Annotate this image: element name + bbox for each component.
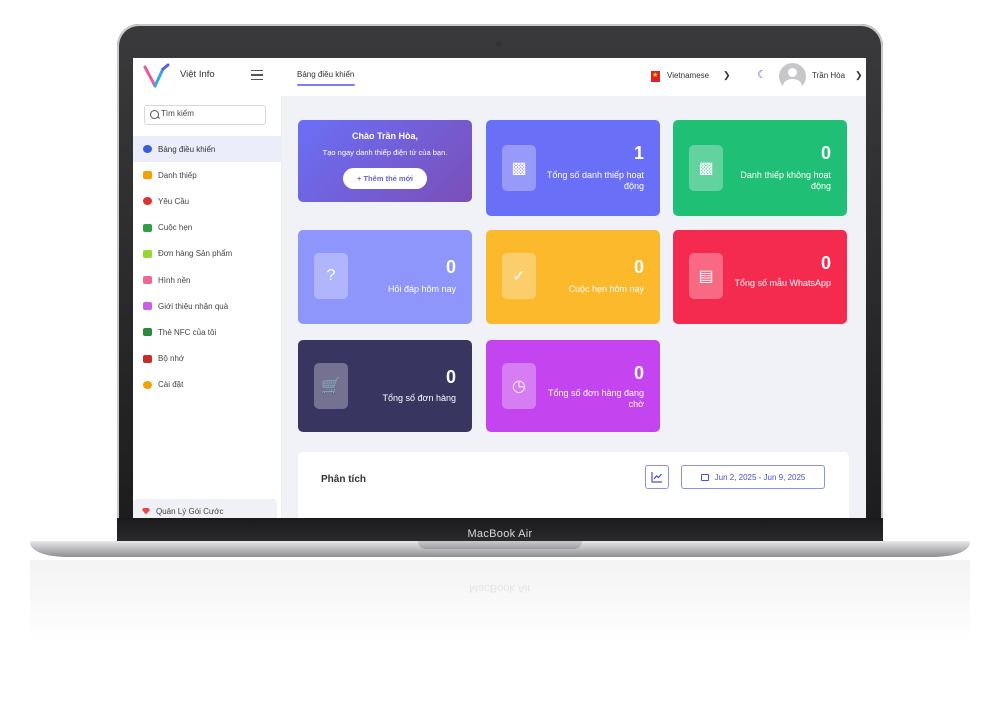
plan-management-button[interactable]: Quản Lý Gói Cước [133, 499, 277, 518]
sidebar-item-label: Danh thiếp [158, 170, 197, 180]
device-label: MacBook Air [467, 528, 533, 540]
question-icon: ? [314, 253, 348, 299]
search-input[interactable] [161, 109, 259, 118]
storage-icon [143, 354, 152, 363]
stat-label: Tổng số đơn hàng đang chờ [548, 388, 644, 409]
stat-card-inactive-cards[interactable]: ▩ 0 Danh thiếp không hoạt động [673, 120, 847, 216]
avatar[interactable] [779, 63, 806, 90]
moon-icon[interactable]: ☾ [757, 68, 767, 81]
stat-label: Tổng số danh thiếp hoạt động [546, 170, 644, 191]
sidebar-item-dashboard[interactable]: Bảng điều khiển [133, 136, 281, 163]
welcome-subtitle: Tạo ngay danh thiếp điện tử của bạn. [322, 148, 448, 157]
main-content: Chào Trần Hòa, Tạo ngay danh thiếp điện … [282, 96, 866, 518]
diamond-icon [142, 507, 150, 515]
stat-label: Tổng số mẫu WhatsApp [734, 278, 831, 288]
chevron-down-icon[interactable]: ❯ [855, 70, 863, 81]
search-box[interactable] [144, 105, 266, 125]
sidebar-item-storage[interactable]: Bộ nhớ [133, 346, 281, 372]
sidebar-item-label: Yêu Cầu [158, 196, 190, 206]
clock-icon: ◷ [502, 363, 536, 409]
sidebar-item-label: Thẻ NFC của tôi [158, 327, 217, 337]
device-label-reflection: MacBook Air [469, 582, 531, 594]
stat-value: 0 [820, 143, 831, 163]
document-icon: ▤ [689, 253, 723, 299]
sidebar-item-label: Bảng điều khiển [158, 144, 216, 154]
chevron-down-icon[interactable]: ❯ [723, 70, 731, 81]
stat-card-pending-orders[interactable]: ◷ 0 Tổng số đơn hàng đang chờ [486, 340, 660, 432]
breadcrumb-underline [297, 84, 355, 86]
analysis-panel: Phân tích Jun 2, 2025 - Jun 9, 2025 [298, 452, 849, 518]
stat-card-active-cards[interactable]: ▩ 1 Tổng số danh thiếp hoạt động [486, 120, 660, 216]
vietnam-flag-icon [651, 71, 660, 82]
sidebar-item-label: Cài đặt [158, 380, 184, 390]
welcome-title: Chào Trần Hòa, [351, 131, 418, 141]
stat-card-appointments-today[interactable]: ✓ 0 Cuộc hẹn hôm nay [486, 230, 660, 324]
add-card-button[interactable]: + Thêm thẻ mới [343, 168, 427, 189]
search-icon [150, 110, 159, 119]
analysis-title: Phân tích [321, 474, 367, 485]
nfc-icon [143, 328, 152, 337]
date-range-button[interactable]: Jun 2, 2025 - Jun 9, 2025 [681, 465, 825, 489]
stat-label: Danh thiếp không hoạt động [740, 170, 831, 191]
chart-toggle-button[interactable] [645, 465, 669, 489]
sidebar-item-appointments[interactable]: Cuộc hẹn [133, 215, 281, 241]
request-icon [143, 197, 152, 206]
sidebar-item-nfc[interactable]: Thẻ NFC của tôi [133, 319, 281, 345]
wallpaper-icon [143, 276, 152, 285]
menu-icon[interactable] [251, 70, 263, 81]
stat-value: 0 [445, 257, 456, 277]
laptop-reflection [30, 560, 970, 680]
sidebar-item-label: Đơn hàng Sản phẩm [158, 249, 233, 259]
welcome-card: Chào Trần Hòa, Tạo ngay danh thiếp điện … [298, 120, 472, 202]
stat-value: 0 [445, 367, 456, 387]
sidebar-item-label: Bộ nhớ [158, 354, 185, 364]
cart-icon: 🛒 [314, 363, 348, 409]
camera-icon [496, 41, 502, 47]
laptop-notch [418, 541, 582, 549]
sidebar-item-label: Giới thiệu nhận quà [158, 301, 229, 311]
language-selector[interactable]: Vietnamese [667, 71, 709, 80]
app-name: Việt Info [180, 69, 215, 80]
calendar-check-icon: ✓ [502, 253, 536, 299]
stat-label: Cuộc hẹn hôm nay [568, 284, 644, 294]
stat-card-questions-today[interactable]: ? 0 Hỏi đáp hôm nay [298, 230, 472, 324]
user-name[interactable]: Trần Hòa [812, 71, 845, 80]
dashboard-icon [143, 145, 152, 154]
sidebar-item-referral[interactable]: Giới thiệu nhận quà [133, 293, 281, 319]
sidebar-item-product-orders[interactable]: Đơn hàng Sản phẩm [133, 241, 281, 267]
sidebar: Bảng điều khiển Danh thiếp Yêu Cầu Cuộc … [133, 96, 282, 518]
stat-label: Tổng số đơn hàng [382, 393, 456, 403]
line-chart-icon [651, 472, 662, 483]
sidebar-item-wallpaper[interactable]: Hình nền [133, 267, 281, 293]
plan-label: Quản Lý Gói Cước [156, 506, 224, 516]
stat-value: 1 [633, 143, 644, 163]
calendar-icon [700, 473, 709, 481]
stat-card-total-orders[interactable]: 🛒 0 Tổng số đơn hàng [298, 340, 472, 432]
sidebar-item-cards[interactable]: Danh thiếp [133, 162, 281, 188]
sidebar-nav: Bảng điều khiển Danh thiếp Yêu Cầu Cuộc … [133, 136, 281, 398]
sidebar-item-requests[interactable]: Yêu Cầu [133, 188, 281, 214]
stat-card-whatsapp-templates[interactable]: ▤ 0 Tổng số mẫu WhatsApp [673, 230, 847, 324]
top-bar: Việt Info Bảng điều khiển Vietnamese ❯ ☾… [133, 58, 866, 97]
sidebar-item-label: Hình nền [158, 275, 191, 285]
logo-icon [143, 63, 170, 88]
sidebar-item-label: Cuộc hẹn [158, 223, 193, 233]
calendar-icon [143, 223, 152, 232]
id-badge-icon: ▩ [689, 145, 723, 191]
stat-value: 0 [633, 257, 644, 277]
stat-value: 0 [633, 363, 644, 383]
settings-icon [143, 380, 152, 389]
stat-value: 0 [820, 253, 831, 273]
breadcrumb[interactable]: Bảng điều khiển [297, 70, 354, 79]
date-range-label: Jun 2, 2025 - Jun 9, 2025 [714, 472, 806, 482]
stat-label: Hỏi đáp hôm nay [387, 284, 456, 294]
sidebar-item-settings[interactable]: Cài đặt [133, 372, 281, 398]
gift-icon [143, 302, 152, 311]
id-badge-icon: ▩ [502, 145, 536, 191]
app-screen: Việt Info Bảng điều khiển Vietnamese ❯ ☾… [133, 58, 866, 518]
order-icon [143, 249, 152, 258]
card-icon [143, 171, 152, 180]
